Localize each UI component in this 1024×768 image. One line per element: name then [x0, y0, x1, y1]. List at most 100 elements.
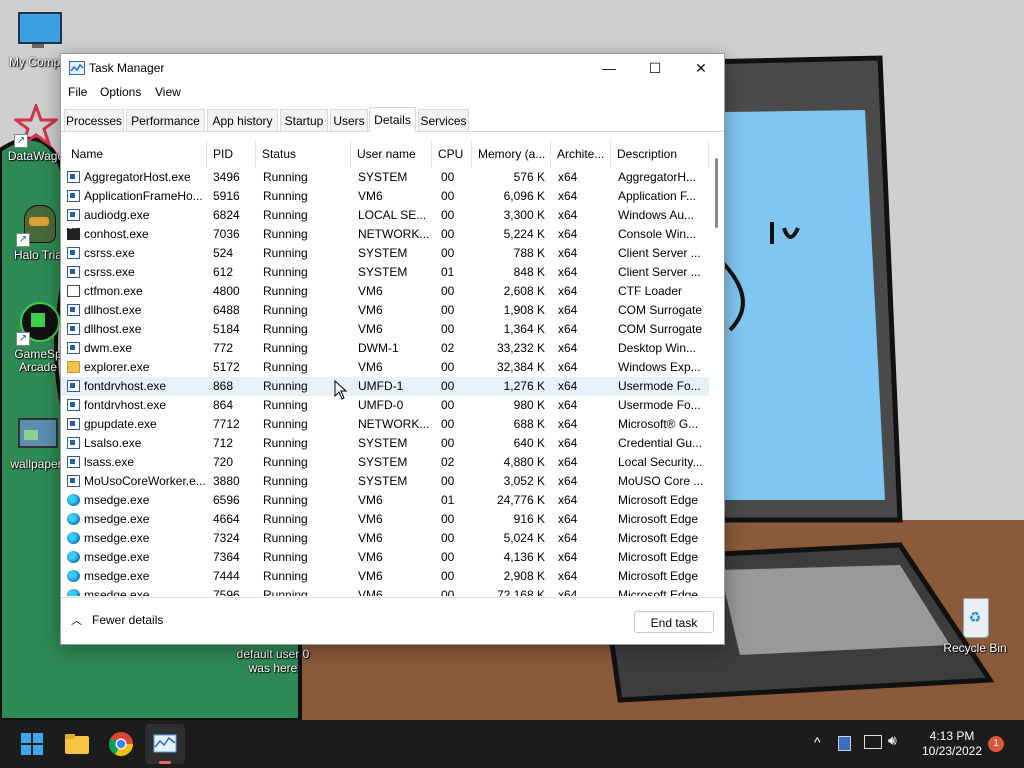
table-row[interactable]: explorer.exe 5172 Running VM6 00 32,384 K x64 W…	[61, 358, 709, 377]
table-row[interactable]: AggregatorHost.exe 3496 Running SYSTEM 00 576…	[61, 168, 709, 187]
cell-mem: 72,168 K	[496, 588, 545, 596]
cell-mem: 640 K	[513, 436, 545, 450]
volume-icon[interactable]: 🔊︎	[888, 732, 897, 749]
table-row[interactable]: lsass.exe 720 Running SYSTEM 02 4,880 K x64 Loc…	[61, 453, 709, 472]
active-app-indicator	[159, 761, 171, 764]
helmet-icon: ↗	[16, 203, 60, 247]
table-row[interactable]: csrss.exe 524 Running SYSTEM 00 788 K x64 Clien…	[61, 244, 709, 263]
cell-name: csrss.exe	[84, 246, 135, 260]
cell-cpu: 00	[441, 512, 455, 526]
minimize-button[interactable]: —	[586, 54, 632, 82]
scrollbar-thumb[interactable]	[715, 158, 718, 228]
close-button[interactable]: ✕	[678, 54, 724, 82]
table-row[interactable]: msedge.exe 7596 Running VM6 00 72,168 K x64 Mic…	[61, 586, 709, 596]
cell-arch: x64	[558, 493, 578, 507]
table-row[interactable]: Lsalso.exe 712 Running SYSTEM 00 640 K x64 Cred…	[61, 434, 709, 453]
start-button[interactable]	[12, 724, 52, 764]
table-row[interactable]: msedge.exe 7364 Running VM6 00 4,136 K x64 Micr…	[61, 548, 709, 567]
cell-pid: 524	[213, 246, 234, 260]
title-bar[interactable]: Task Manager — ☐ ✕	[61, 54, 724, 82]
table-row[interactable]: conhost.exe 7036 Running NETWORK... 00 5,224 …	[61, 225, 709, 244]
table-row[interactable]: fontdrvhost.exe 864 Running UMFD-0 00 980 Kx6…	[61, 396, 709, 415]
cell-user: SYSTEM	[358, 455, 408, 469]
taskbar-file-explorer[interactable]	[57, 724, 97, 764]
cell-pid: 720	[213, 455, 234, 469]
cell-mem: 1,276 K	[503, 379, 545, 393]
taskbar-task-manager[interactable]	[145, 724, 185, 764]
cell-status: Running	[263, 474, 308, 488]
cell-mem: 4,136 K	[503, 550, 545, 564]
cell-name: AggregatorHost.exe	[84, 170, 191, 184]
chevron-up-icon[interactable]: ^	[814, 734, 821, 750]
table-row[interactable]: msedge.exe 6596 Running VM6 01 24,776 K x64 Mic…	[61, 491, 709, 510]
column-header-name[interactable]: Name	[65, 140, 207, 168]
cell-desc: COM Surrogate	[618, 303, 703, 317]
taskbar-chrome[interactable]	[101, 724, 141, 764]
column-header-memory[interactable]: Memory (a...	[472, 140, 551, 168]
tab-services[interactable]: Services	[418, 109, 469, 131]
notification-badge[interactable]: 1	[988, 736, 1004, 752]
cell-cpu: 00	[441, 208, 455, 222]
table-row[interactable]: dllhost.exe 6488 Running VM6 00 1,908 K x64 COM…	[61, 301, 709, 320]
network-icon[interactable]	[864, 735, 882, 749]
tab-startup[interactable]: Startup	[280, 109, 328, 131]
tab-processes[interactable]: Processes	[64, 109, 124, 131]
menu-file[interactable]: File	[68, 85, 87, 99]
tab-performance[interactable]: Performance	[126, 109, 205, 131]
cell-arch: x64	[558, 322, 578, 336]
cell-mem: 5,224 K	[503, 227, 545, 241]
cell-user: VM6	[358, 531, 383, 545]
table-row[interactable]: dwm.exe 772 Running DWM-1 02 33,232 K x64 Deskt…	[61, 339, 709, 358]
column-header-architecture[interactable]: Archite...	[551, 140, 611, 168]
table-row[interactable]: msedge.exe 4664 Running VM6 00 916 K x64 Micros…	[61, 510, 709, 529]
desktop-note-line2: was here	[248, 661, 298, 675]
cell-name: conhost.exe	[84, 227, 149, 241]
fewer-details-label: Fewer details	[92, 613, 164, 627]
shortcut-arrow-icon: ↗	[14, 134, 28, 148]
tablet-icon[interactable]	[838, 736, 851, 751]
cell-cpu: 00	[441, 189, 455, 203]
fewer-details-button[interactable]: ︿ Fewer details	[71, 612, 163, 628]
end-task-button[interactable]: End task	[634, 611, 714, 633]
recycle-bin-icon: ♻	[953, 596, 997, 640]
column-header-description[interactable]: Description	[611, 140, 709, 168]
column-header-pid[interactable]: PID	[207, 140, 256, 168]
table-row[interactable]: MoUsoCoreWorker.e... 3880 Running SYSTEM 00 3…	[61, 472, 709, 491]
table-row[interactable]: gpupdate.exe 7712 Running NETWORK... 00 688 K…	[61, 415, 709, 434]
menu-options[interactable]: Options	[100, 85, 141, 99]
cell-pid: 7324	[213, 531, 240, 545]
cell-name: Lsalso.exe	[84, 436, 142, 450]
cell-arch: x64	[558, 208, 578, 222]
tab-details[interactable]: Details	[369, 107, 416, 132]
table-row[interactable]: audiodg.exe 6824 Running LOCAL SE... 00 3,300…	[61, 206, 709, 225]
cell-user: VM6	[358, 588, 383, 596]
cell-arch: x64	[558, 474, 578, 488]
maximize-button[interactable]: ☐	[632, 54, 678, 82]
table-row[interactable]: msedge.exe 7324 Running VM6 00 5,024 K x64 Micr…	[61, 529, 709, 548]
column-header-status[interactable]: Status	[256, 140, 351, 168]
cell-mem: 916 K	[513, 512, 545, 526]
table-row[interactable]: dllhost.exe 5184 Running VM6 00 1,364 K x64 COM…	[61, 320, 709, 339]
clock[interactable]: 4:13 PM 10/23/2022	[912, 729, 992, 759]
cell-user: SYSTEM	[358, 170, 408, 184]
table-row[interactable]: ApplicationFrameHo... 5916 Running VM6 00 6,0…	[61, 187, 709, 206]
table-row[interactable]: csrss.exe 612 Running SYSTEM 01 848 K x64 Clien…	[61, 263, 709, 282]
vertical-scrollbar[interactable]	[711, 140, 723, 596]
cell-cpu: 00	[441, 550, 455, 564]
desktop-icon-recycle-bin[interactable]: ♻ Recycle Bin	[939, 596, 1011, 655]
table-row[interactable]: msedge.exe 7444 Running VM6 00 2,908 K x64 Micr…	[61, 567, 709, 586]
cell-status: Running	[263, 417, 308, 431]
table-row[interactable]: ctfmon.exe 4800 Running VM6 00 2,608 K x64 CTF …	[61, 282, 709, 301]
menu-view[interactable]: View	[155, 85, 181, 99]
cell-cpu: 01	[441, 493, 455, 507]
cell-user: VM6	[358, 550, 383, 564]
cell-mem: 848 K	[513, 265, 545, 279]
cell-status: Running	[263, 531, 308, 545]
tab-app-history[interactable]: App history	[207, 109, 278, 131]
table-row[interactable]: fontdrvhost.exe 868 Running UMFD-1 00 1,276 K…	[61, 377, 709, 396]
tab-users[interactable]: Users	[330, 109, 368, 131]
column-header-user-name[interactable]: User name	[351, 140, 432, 168]
cell-user: SYSTEM	[358, 474, 408, 488]
edge-icon	[67, 570, 80, 582]
column-header-cpu[interactable]: CPU	[432, 140, 472, 168]
